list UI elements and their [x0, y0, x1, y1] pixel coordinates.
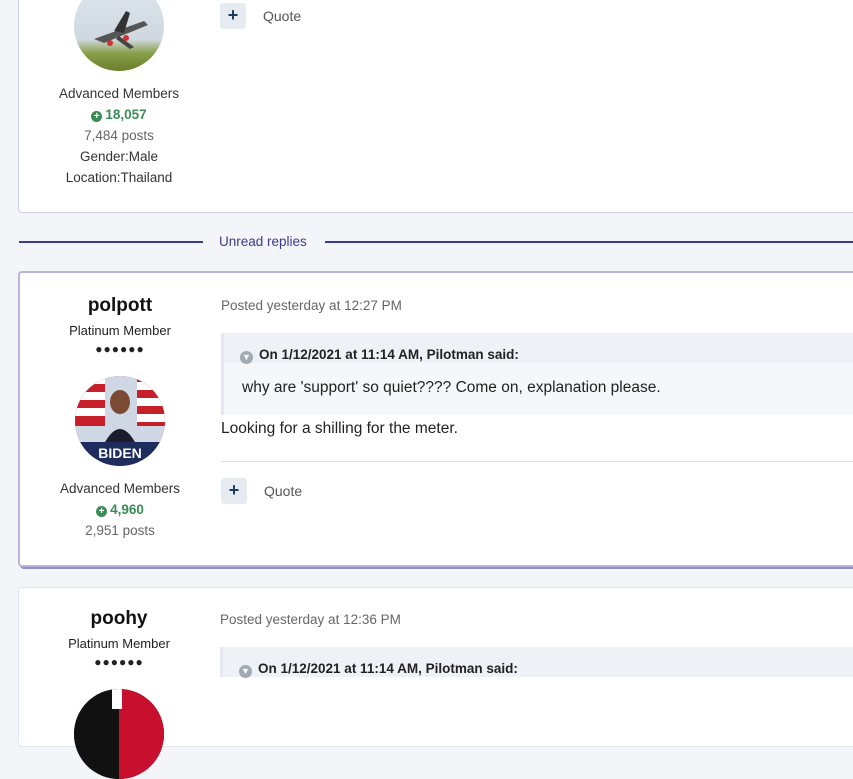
avatar-image: BIDEN — [75, 376, 165, 466]
rank-pips: ●●●●●● — [95, 342, 145, 356]
reputation-count: 4,960 — [110, 502, 144, 517]
quote-text: why are 'support' so quiet???? Come on, … — [224, 363, 853, 415]
post-timestamp[interactable]: Posted yesterday at 12:27 PM — [221, 298, 853, 313]
plus-circle-icon: + — [96, 506, 108, 517]
post-content: Posted yesterday at 12:36 PM ▼ On 1/12/20… — [220, 612, 853, 678]
avatar-caption: BIDEN — [98, 445, 142, 461]
reputation-badge[interactable]: +18,057 — [19, 104, 219, 125]
chevron-down-icon[interactable]: ▼ — [240, 351, 253, 364]
post-actions: + Quote — [221, 478, 853, 506]
avatar[interactable] — [74, 689, 164, 779]
quote-block: ▼ On 1/12/2021 at 11:14 AM, Pilotman said… — [220, 647, 853, 678]
avatar[interactable]: BIDEN — [75, 376, 165, 466]
chevron-down-icon[interactable]: ▼ — [239, 665, 252, 678]
post-actions: + Quote — [220, 3, 853, 31]
username-link[interactable]: poohy — [19, 608, 219, 630]
author-panel: poohy Platinum Member ●●●●●● — [19, 608, 219, 779]
quote-button[interactable]: Quote — [263, 8, 301, 24]
username-link[interactable]: polpott — [20, 295, 220, 317]
quote-header[interactable]: ▼ On 1/12/2021 at 11:14 AM, Pilotman said… — [223, 647, 853, 678]
avatar[interactable] — [74, 0, 164, 71]
post-count: 7,484 posts — [84, 128, 154, 143]
quote-citation: On 1/12/2021 at 11:14 AM, Pilotman said: — [259, 347, 519, 362]
divider-line-left — [19, 241, 203, 243]
divider-line-right — [325, 241, 853, 243]
member-group: Advanced Members — [58, 86, 180, 101]
post-card-1: Advanced Members +18,057 7,484 posts Gen… — [18, 0, 853, 213]
post-body: Looking for a shilling for the meter. — [221, 420, 458, 437]
jet-image — [94, 11, 148, 49]
avatar-image — [74, 689, 164, 779]
rank-title: Platinum Member — [69, 323, 171, 338]
divider — [221, 461, 853, 462]
author-panel: polpott Platinum Member ●●●●●● BIDEN Adv… — [20, 295, 220, 541]
post-card-3: poohy Platinum Member ●●●●●● Posted yest… — [18, 587, 853, 779]
quote-header[interactable]: ▼ On 1/12/2021 at 11:14 AM, Pilotman said… — [224, 333, 853, 364]
quote-button[interactable]: Quote — [264, 483, 302, 499]
add-button[interactable]: + — [221, 478, 247, 504]
author-panel: Advanced Members +18,057 7,484 posts Gen… — [19, 0, 219, 188]
member-group: Advanced Members — [59, 481, 181, 496]
rank-pips: ●●●●●● — [94, 655, 144, 669]
post-card-2: polpott Platinum Member ●●●●●● BIDEN Adv… — [18, 271, 853, 567]
rank-title: Platinum Member — [68, 636, 170, 651]
reputation-badge[interactable]: +4,960 — [20, 499, 220, 520]
location-field: Location:Thailand — [65, 170, 173, 185]
post-timestamp[interactable]: Posted yesterday at 12:36 PM — [220, 612, 853, 627]
reputation-count: 18,057 — [105, 107, 147, 122]
post-content: Posted yesterday at 12:27 PM ▼ On 1/12/20… — [221, 298, 853, 506]
unread-replies-divider: Unread replies — [219, 234, 307, 249]
add-button[interactable]: + — [220, 3, 246, 29]
post-count: 2,951 posts — [85, 523, 155, 538]
plus-circle-icon: + — [91, 111, 103, 122]
post-content: + Quote — [220, 3, 853, 31]
gender-field: Gender:Male — [79, 149, 159, 164]
quote-citation: On 1/12/2021 at 11:14 AM, Pilotman said: — [258, 661, 518, 676]
quote-block: ▼ On 1/12/2021 at 11:14 AM, Pilotman said… — [221, 333, 853, 415]
